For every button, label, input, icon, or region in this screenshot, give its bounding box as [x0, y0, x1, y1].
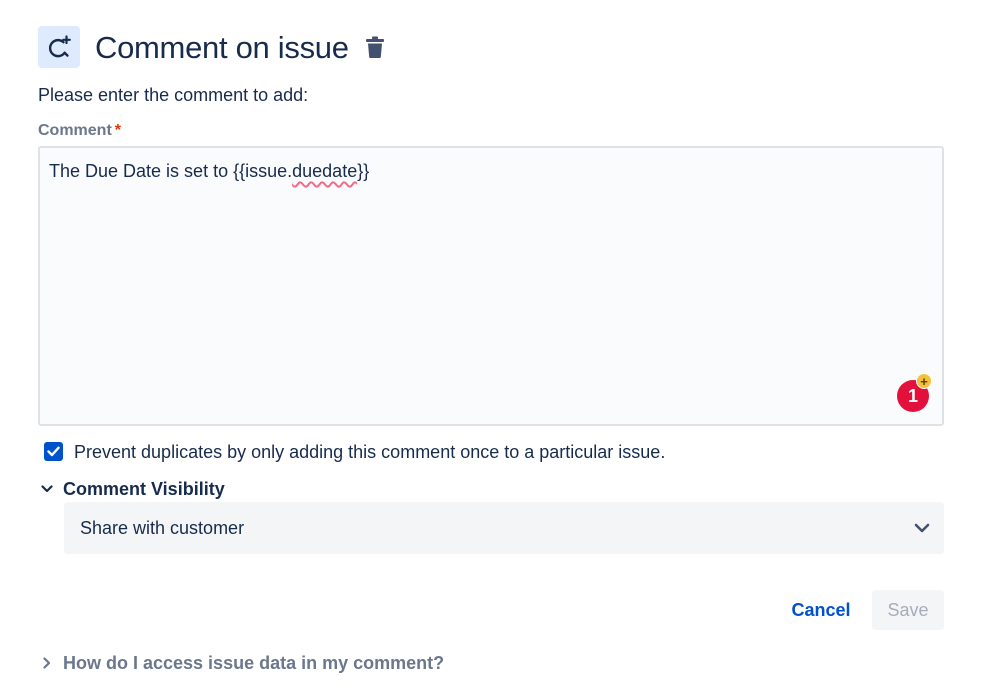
- comment-textarea[interactable]: The Due Date is set to {{issue.duedate}}: [38, 146, 944, 426]
- page-title: Comment on issue: [95, 30, 349, 65]
- comment-visibility-title: Comment Visibility: [63, 479, 225, 499]
- chevron-right-icon: [38, 653, 56, 673]
- trash-icon: [366, 36, 384, 58]
- comment-add-icon: [38, 26, 80, 68]
- comment-text-end: }}: [357, 161, 370, 181]
- delete-button[interactable]: [362, 34, 388, 60]
- visibility-select[interactable]: Share with customer: [64, 502, 944, 554]
- comment-text-start: The Due Date is set to {{issue.: [49, 161, 293, 181]
- cancel-button[interactable]: Cancel: [780, 590, 862, 630]
- comment-text-misspelled: duedate: [292, 161, 358, 181]
- comment-on-issue-panel: Comment on issue Please enter the commen…: [0, 0, 999, 690]
- instructions-text: Please enter the comment to add:: [38, 85, 309, 105]
- help-toggle[interactable]: How do I access issue data in my comment…: [38, 652, 444, 674]
- required-marker: *: [114, 122, 122, 139]
- prevent-duplicates-checkbox[interactable]: [44, 442, 63, 461]
- visibility-selected-value: Share with customer: [80, 517, 245, 538]
- help-link-text: How do I access issue data in my comment…: [63, 653, 445, 673]
- checkmark-icon: [47, 446, 60, 457]
- comment-visibility-toggle[interactable]: Comment Visibility: [38, 478, 225, 500]
- extension-badge-plus: +: [916, 373, 932, 389]
- chevron-down-icon: [38, 479, 56, 499]
- comment-label: Comment *: [38, 121, 121, 141]
- prevent-duplicates-label[interactable]: Prevent duplicates by only adding this c…: [74, 441, 665, 463]
- save-button[interactable]: Save: [872, 590, 944, 630]
- comment-label-text: Comment: [38, 122, 112, 139]
- extension-badge[interactable]: 1 +: [897, 373, 932, 412]
- chevron-down-icon: [912, 518, 932, 538]
